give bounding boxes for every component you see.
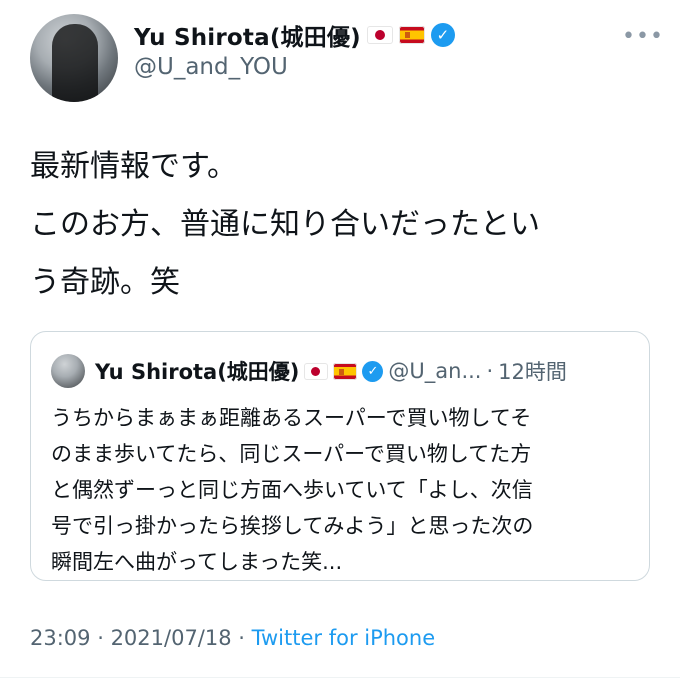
divider bbox=[0, 677, 680, 678]
tweet-metadata: 23:09 · 2021/07/18 · Twitter for iPhone bbox=[30, 626, 435, 650]
separator-dot: · bbox=[90, 626, 111, 650]
tweet-line: このお方、普通に知り合いだったとい bbox=[30, 207, 540, 242]
es-flag-icon bbox=[398, 26, 425, 44]
verified-badge-icon: ✓ bbox=[362, 360, 384, 382]
tweet-text: 最新情報です。 このお方、普通に知り合いだったとい う奇跡。笑 bbox=[30, 138, 655, 312]
quoted-author-name: Yu Shirota(城田優) bbox=[95, 360, 300, 384]
tweet-source-link[interactable]: Twitter for iPhone bbox=[252, 626, 436, 650]
jp-flag-icon bbox=[366, 26, 393, 44]
separator-dot: · bbox=[231, 626, 252, 650]
tweet-date[interactable]: 2021/07/18 bbox=[111, 626, 232, 650]
quoted-line: と偶然ずーっと同じ方面へ歩いていて「よし、次信 bbox=[51, 478, 533, 502]
quoted-line: 瞬間左へ曲がってしまった笑... bbox=[51, 550, 343, 574]
more-options-icon[interactable]: ••• bbox=[622, 24, 664, 49]
jp-flag-icon bbox=[304, 362, 329, 380]
tweet-line: 最新情報です。 bbox=[30, 149, 237, 184]
avatar-figure bbox=[52, 24, 98, 102]
quoted-author-handle: @U_an... bbox=[388, 359, 482, 383]
quoted-tweet-time: 12時間 bbox=[498, 360, 567, 384]
author-display-name[interactable]: Yu Shirota(城田優) bbox=[134, 18, 361, 52]
quoted-line: のまま歩いてたら、同じスーパーで買い物してた方 bbox=[51, 442, 532, 466]
verified-badge-icon: ✓ bbox=[430, 23, 455, 47]
author-avatar[interactable] bbox=[30, 14, 118, 102]
quoted-tweet-header: Yu Shirota(城田優) ✓ @U_an... · 12時間 bbox=[95, 356, 567, 386]
es-flag-icon bbox=[333, 362, 358, 380]
separator-dot: · bbox=[486, 359, 494, 383]
tweet-line: う奇跡。笑 bbox=[30, 265, 180, 300]
quoted-line: うちからまぁまぁ距離あるスーパーで買い物してそ bbox=[51, 406, 532, 430]
quoted-author-avatar bbox=[51, 354, 85, 388]
author-name-row: Yu Shirota(城田優) ✓ bbox=[134, 18, 455, 52]
author-handle[interactable]: @U_and_YOU bbox=[134, 54, 288, 80]
tweet-time[interactable]: 23:09 bbox=[30, 626, 91, 650]
quoted-tweet-text: うちからまぁまぁ距離あるスーパーで買い物してそ のまま歩いてたら、同じスーパーで… bbox=[51, 400, 641, 580]
quoted-tweet-card[interactable]: Yu Shirota(城田優) ✓ @U_an... · 12時間 うちからまぁ… bbox=[30, 331, 650, 581]
quoted-line: 号で引っ掛かったら挨拶してみよう」と思った次の bbox=[51, 514, 534, 538]
